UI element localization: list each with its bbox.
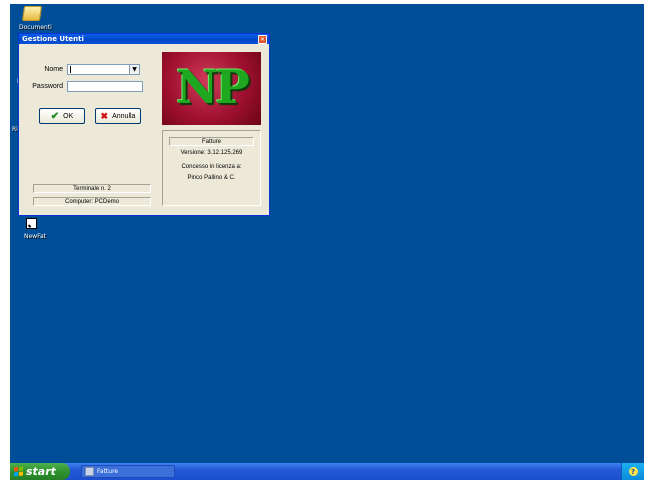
ok-label: OK <box>63 112 74 120</box>
license-label: Concesso in licenza a: <box>181 164 242 170</box>
desktop-icon-label: NewFat <box>24 233 47 240</box>
terminale-status: Terminale n. 2 <box>33 184 151 193</box>
desktop-icon-documenti[interactable]: Documenti <box>19 6 52 31</box>
taskbar-button-fatture[interactable]: Fatture <box>81 465 175 478</box>
gestione-utenti-dialog: Gestione Utenti ✕ Nome ▼ Password ✔ OK ✖… <box>18 33 270 216</box>
password-field[interactable] <box>67 81 143 92</box>
system-tray: ? <box>621 463 644 480</box>
text-cursor <box>70 66 71 73</box>
licensee-text: Pinco Pallino & C. <box>187 175 236 181</box>
app-icon <box>85 467 94 476</box>
nome-combobox[interactable]: ▼ <box>67 64 140 75</box>
title-bar[interactable]: Gestione Utenti ✕ <box>19 34 269 44</box>
cross-icon: ✖ <box>100 110 109 121</box>
annulla-label: Annulla <box>112 112 136 120</box>
password-label: Password <box>32 83 63 90</box>
nome-label: Nome <box>44 66 63 73</box>
shortcut-icon <box>26 218 37 229</box>
windows-logo-icon <box>14 466 23 477</box>
desktop-icon-newfat[interactable]: NewFat <box>24 218 46 240</box>
dialog-title: Gestione Utenti <box>22 35 84 43</box>
start-button[interactable]: start <box>10 463 70 480</box>
help-icon[interactable]: ? <box>628 467 638 476</box>
taskbar: start Fatture ? <box>10 463 644 480</box>
app-name: Fatture <box>169 137 254 146</box>
checkmark-icon: ✔ <box>50 110 60 122</box>
taskbar-button-label: Fatture <box>97 468 119 475</box>
start-label: start <box>26 465 56 478</box>
annulla-button[interactable]: ✖ Annulla <box>95 108 141 124</box>
chevron-down-icon[interactable]: ▼ <box>129 65 139 74</box>
folder-icon <box>21 6 43 21</box>
ok-button[interactable]: ✔ OK <box>39 108 85 124</box>
version-text: Versione: 3.12.125.269 <box>180 150 243 156</box>
np-logo: NP <box>162 52 261 125</box>
desktop-icon-label: Documenti <box>19 24 52 31</box>
close-button[interactable]: ✕ <box>258 35 267 44</box>
info-panel: Fatture Versione: 3.12.125.269 Concesso … <box>162 130 261 206</box>
computer-status: Computer: PCDemo <box>33 197 151 206</box>
logo-text: NP <box>176 60 250 114</box>
